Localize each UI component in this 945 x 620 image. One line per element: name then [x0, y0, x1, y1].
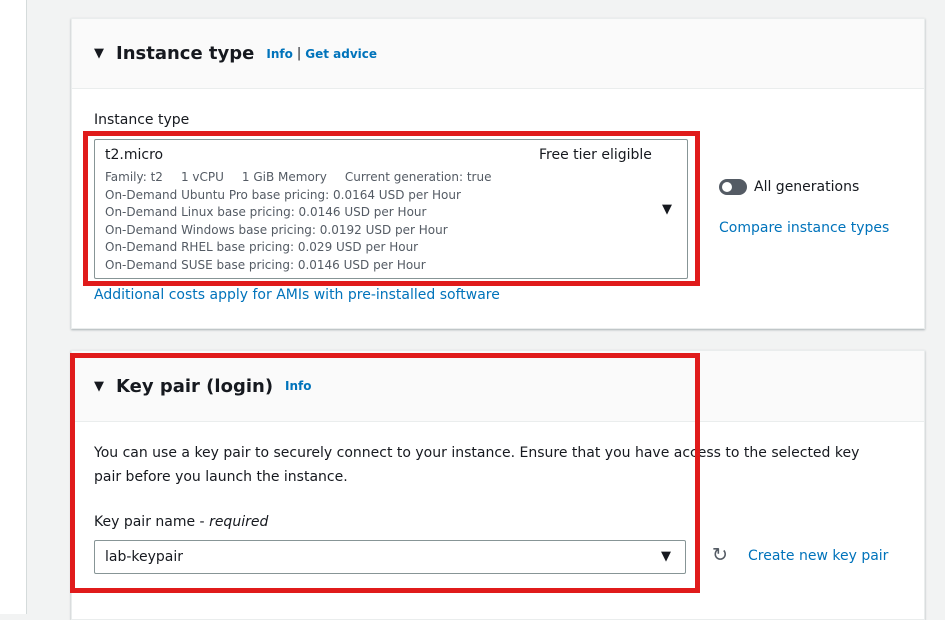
all-generations-label: All generations	[754, 179, 860, 195]
all-generations-toggle[interactable]	[719, 179, 747, 195]
section-title: Instance type	[116, 43, 255, 64]
create-key-pair-link[interactable]: Create new key pair	[748, 548, 888, 564]
additional-costs-link[interactable]: Additional costs apply for AMIs with pre…	[94, 287, 500, 303]
info-link[interactable]: Info	[266, 47, 292, 61]
instance-type-section: ▼ Instance type Info | Get advice Instan…	[71, 18, 925, 329]
highlight-box	[83, 131, 700, 286]
separator: |	[296, 46, 302, 61]
field-label: Instance type	[94, 112, 190, 128]
instance-type-header[interactable]: ▼ Instance type Info | Get advice	[72, 19, 924, 89]
left-panel	[0, 0, 27, 614]
get-advice-link[interactable]: Get advice	[305, 47, 377, 61]
collapse-caret-icon[interactable]: ▼	[94, 46, 104, 61]
compare-instance-types-link[interactable]: Compare instance types	[719, 220, 889, 236]
highlight-box	[70, 353, 700, 593]
refresh-icon[interactable]: ↻	[712, 544, 728, 566]
